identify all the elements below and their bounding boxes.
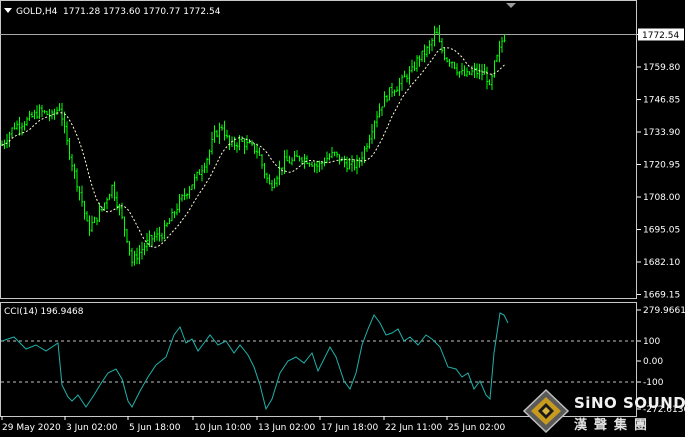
time-tick-label: 25 Jun 02:00 xyxy=(448,423,505,433)
time-tick-label: 22 Jun 11:00 xyxy=(385,423,442,433)
chart-shift-marker-icon[interactable] xyxy=(506,3,516,8)
cci-tick-label: 100 xyxy=(643,337,660,347)
price-tick-label: 1746.85 xyxy=(643,96,680,106)
ohlc-values: 1771.28 1773.60 1770.77 1772.54 xyxy=(63,7,221,17)
current-price-label: 1772.54 xyxy=(642,31,679,41)
cci-label: CCI(14) 196.9468 xyxy=(4,307,84,317)
sino-sound-logo: SiNO SOUND 漢聲集團 xyxy=(522,388,685,434)
time-tick-label: 29 May 2020 xyxy=(2,423,61,433)
dropdown-arrow-icon[interactable] xyxy=(4,8,12,13)
cci-tick-label: -100 xyxy=(643,378,664,388)
price-tick-label: 1695.05 xyxy=(643,226,680,236)
cci-line xyxy=(1,312,509,411)
price-tick-label: 1733.90 xyxy=(643,128,680,138)
price-panel-border xyxy=(0,0,637,299)
time-tick-label: 10 Jun 10:00 xyxy=(194,423,251,433)
time-axis: 29 May 2020 3 Jun 02:00 5 Jun 18:00 10 Jun … xyxy=(1,416,505,433)
time-tick-label: 3 Jun 02:00 xyxy=(66,423,118,433)
time-tick-label: 17 Jun 18:00 xyxy=(321,423,378,433)
cci-tick-label: 0.00 xyxy=(643,357,663,367)
diamond-logo-icon xyxy=(522,388,570,434)
brand-name: SiNO SOUND xyxy=(574,394,685,412)
time-tick-label: 13 Jun 02:00 xyxy=(258,423,315,433)
price-tick-label: 1759.80 xyxy=(643,63,680,73)
price-tick-label: 1720.95 xyxy=(643,161,680,171)
cci-tick-label: 279.9661 xyxy=(643,306,685,316)
price-panel[interactable] xyxy=(0,0,637,299)
chart-canvas[interactable]: 1759.80 1746.85 1733.90 1720.95 1708.00 1695.… xyxy=(0,0,685,437)
moving-average-line xyxy=(1,47,505,248)
price-tick-label: 1708.00 xyxy=(643,193,680,203)
price-axis: 1759.80 1746.85 1733.90 1720.95 1708.00 1695.… xyxy=(637,28,684,301)
price-tick-label: 1669.15 xyxy=(643,291,680,301)
brand-chinese-name: 漢聲集團 xyxy=(574,418,655,433)
symbol-label: GOLD,H4 xyxy=(16,7,58,17)
time-tick-label: 5 Jun 18:00 xyxy=(129,423,181,433)
price-tick-label: 1682.10 xyxy=(643,258,680,268)
